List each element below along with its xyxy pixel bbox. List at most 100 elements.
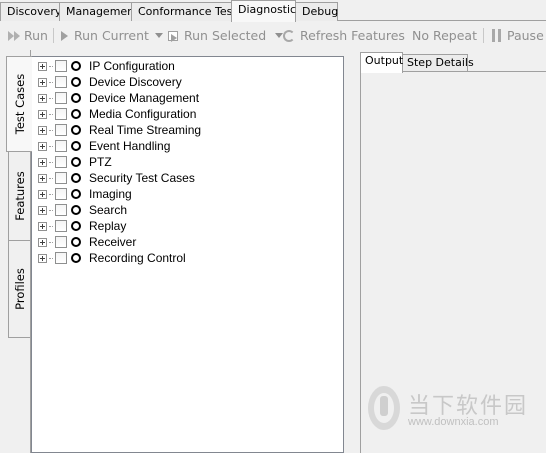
side-tab-test-cases[interactable]: Test Cases — [6, 56, 32, 152]
tree-item[interactable]: Security Test Cases — [38, 170, 195, 186]
tree-item[interactable]: Device Management — [38, 90, 199, 106]
tree-item-label: Search — [89, 203, 128, 217]
watermark-logo-icon — [368, 386, 400, 430]
no-repeat-button[interactable]: No Repeat — [412, 27, 477, 44]
tree-item-label: Recording Control — [89, 251, 186, 265]
pause-icon — [492, 29, 501, 42]
chevron-down-icon[interactable] — [154, 33, 163, 38]
status-circle-icon — [71, 77, 81, 87]
status-circle-icon — [71, 125, 81, 135]
tree-item-label: IP Configuration — [89, 59, 175, 73]
side-tab-features[interactable]: Features — [8, 151, 30, 241]
expand-icon[interactable] — [38, 93, 47, 103]
tree-item-checkbox[interactable] — [55, 172, 67, 184]
side-tab-profiles-label: Profiles — [12, 268, 27, 310]
expand-icon[interactable] — [38, 109, 47, 119]
tab-output[interactable]: Output — [360, 52, 403, 73]
status-circle-icon — [71, 141, 81, 151]
tree-item[interactable]: Recording Control — [38, 250, 186, 266]
tree-item[interactable]: Media Configuration — [38, 106, 196, 122]
panel-splitter[interactable] — [345, 50, 354, 453]
chevron-down-icon[interactable] — [275, 33, 284, 38]
run-selected-icon — [168, 30, 180, 42]
tree-item-label: Receiver — [89, 235, 137, 249]
refresh-features-label: Refresh Features — [300, 28, 405, 43]
tree-item-checkbox[interactable] — [55, 236, 67, 248]
expand-icon[interactable] — [38, 77, 47, 87]
status-circle-icon — [71, 173, 81, 183]
tree-item[interactable]: Device Discovery — [38, 74, 182, 90]
status-circle-icon — [71, 237, 81, 247]
main-tab-strip: Discovery Management Conformance Test Di… — [0, 0, 546, 22]
tree-item[interactable]: Real Time Streaming — [38, 122, 201, 138]
side-tab-test-cases-label: Test Cases — [12, 73, 27, 135]
tree-item-label: Imaging — [89, 187, 132, 201]
side-tab-strip: Test Cases Features Profiles — [0, 50, 32, 453]
tree-item[interactable]: Receiver — [38, 234, 136, 250]
tree-item-checkbox[interactable] — [55, 76, 67, 88]
expand-icon[interactable] — [38, 61, 47, 71]
tree-item-checkbox[interactable] — [55, 204, 67, 216]
expand-icon[interactable] — [38, 157, 47, 167]
pause-button[interactable]: Pause — [492, 27, 544, 44]
tree-item[interactable]: Event Handling — [38, 138, 170, 154]
run-icon — [8, 30, 20, 41]
tab-discovery[interactable]: Discovery — [0, 2, 61, 21]
expand-icon[interactable] — [38, 237, 47, 247]
watermark-url: www.downxia.com — [408, 416, 499, 428]
run-selected-button[interactable]: Run Selected — [168, 27, 284, 44]
run-button[interactable]: Run — [8, 27, 48, 44]
tab-diagnostic[interactable]: Diagnostic — [231, 0, 296, 22]
run-current-label: Run Current — [74, 28, 149, 43]
expand-icon[interactable] — [38, 253, 47, 263]
status-circle-icon — [71, 189, 81, 199]
expand-icon[interactable] — [38, 125, 47, 135]
tree-item-checkbox[interactable] — [55, 108, 67, 120]
tree-item-checkbox[interactable] — [55, 188, 67, 200]
tree-item-checkbox[interactable] — [55, 60, 67, 72]
tree-item-checkbox[interactable] — [55, 156, 67, 168]
status-circle-icon — [71, 109, 81, 119]
refresh-features-button[interactable]: Refresh Features — [283, 27, 405, 44]
status-circle-icon — [71, 93, 81, 103]
no-repeat-label: No Repeat — [412, 28, 477, 43]
expand-icon[interactable] — [38, 189, 47, 199]
tree-item-label: PTZ — [89, 155, 112, 169]
tree-item-checkbox[interactable] — [55, 140, 67, 152]
run-current-button[interactable]: Run Current — [61, 27, 163, 44]
tree-item-label: Media Configuration — [89, 107, 197, 121]
tree-item-label: Security Test Cases — [89, 171, 195, 185]
expand-icon[interactable] — [38, 173, 47, 183]
tree-item-label: Real Time Streaming — [89, 123, 202, 137]
tree-item-checkbox[interactable] — [55, 252, 67, 264]
tree-item[interactable]: IP Configuration — [38, 58, 175, 74]
run-selected-label: Run Selected — [184, 28, 267, 43]
tab-step-details[interactable]: Step Details — [402, 54, 474, 72]
toolbar-separator — [483, 28, 484, 43]
tree-item[interactable]: Replay — [38, 218, 126, 234]
tree-item[interactable]: Search — [38, 202, 127, 218]
expand-icon[interactable] — [38, 221, 47, 231]
expand-icon[interactable] — [38, 141, 47, 151]
status-circle-icon — [71, 221, 81, 231]
toolbar-separator — [53, 28, 54, 43]
play-icon — [61, 30, 68, 41]
side-tab-profiles[interactable]: Profiles — [8, 240, 30, 338]
tree-item-checkbox[interactable] — [55, 220, 67, 232]
status-circle-icon — [71, 205, 81, 215]
tree-item-label: Device Management — [89, 91, 200, 105]
tree-item-label: Event Handling — [89, 139, 171, 153]
tab-conformance-test[interactable]: Conformance Test — [131, 2, 237, 21]
watermark: 当下软件园 www.downxia.com — [362, 376, 542, 436]
tree-item[interactable]: Imaging — [38, 186, 132, 202]
tree-item-checkbox[interactable] — [55, 92, 67, 104]
side-tab-features-label: Features — [12, 171, 27, 221]
tree-item-checkbox[interactable] — [55, 124, 67, 136]
tab-management[interactable]: Management — [59, 2, 138, 21]
refresh-icon — [283, 29, 295, 42]
expand-icon[interactable] — [38, 205, 47, 215]
test-case-tree[interactable]: IP Configuration Device Discovery Device… — [31, 56, 344, 453]
tab-debug[interactable]: Debug — [295, 2, 338, 21]
status-circle-icon — [71, 157, 81, 167]
tree-item[interactable]: PTZ — [38, 154, 112, 170]
